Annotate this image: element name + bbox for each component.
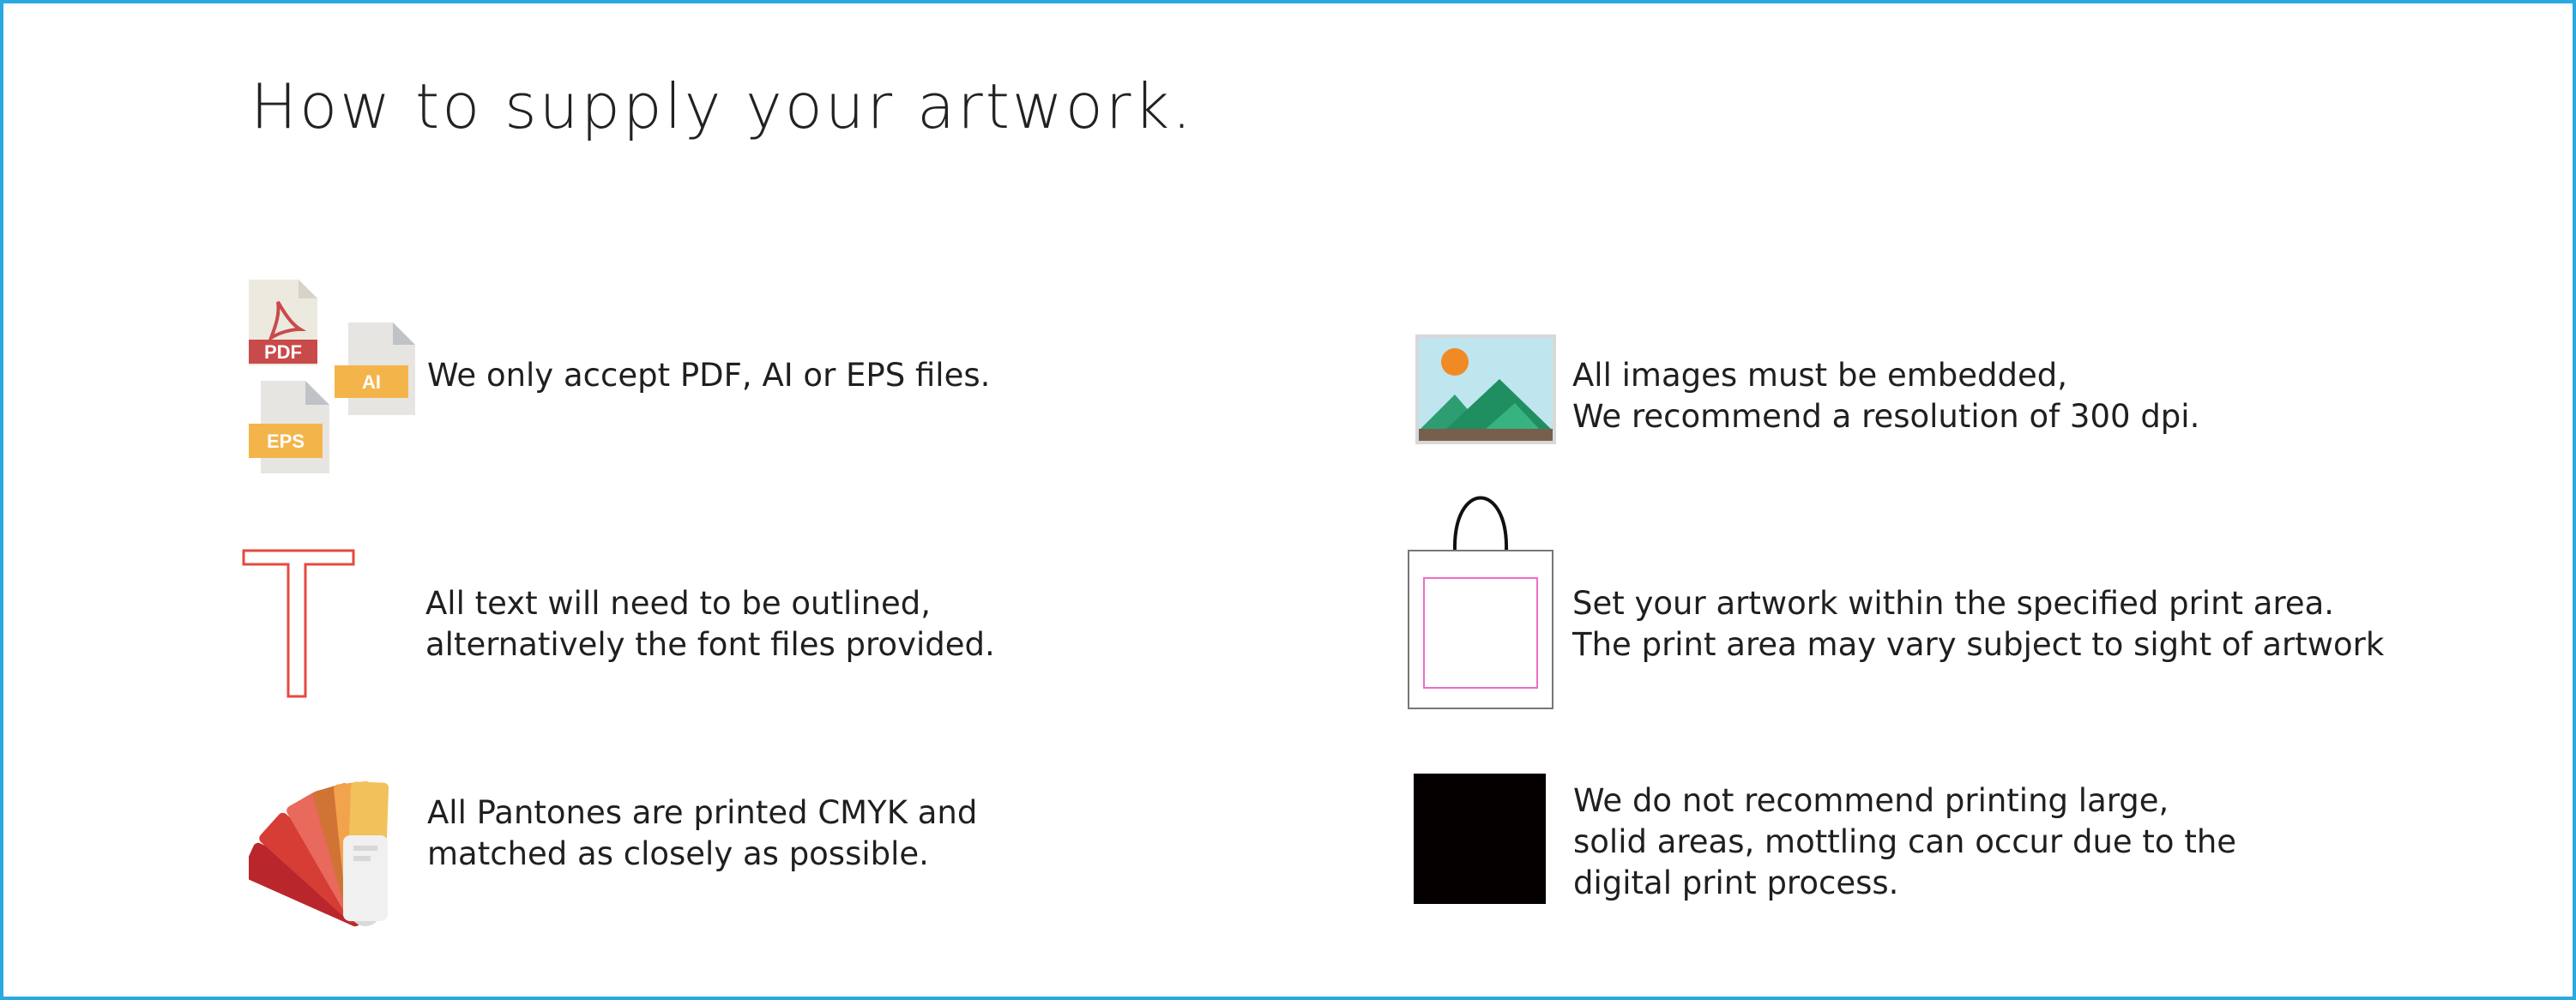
pantone-swatch-icon — [249, 781, 389, 927]
ai-file-icon: AI — [335, 322, 415, 415]
eps-label: EPS — [267, 431, 305, 452]
solid-area-text: We do not recommend printing large, soli… — [1573, 780, 2236, 904]
pantone-text: All Pantones are printed CMYK and matche… — [427, 792, 977, 875]
image-icon — [1415, 334, 1556, 444]
pdf-file-icon: PDF — [249, 280, 317, 365]
solid-area-line-1: We do not recommend printing large, — [1573, 782, 2169, 819]
text-outline-line-2: alternatively the font files provided. — [425, 626, 995, 663]
print-area-text: Set your artwork within the specified pr… — [1572, 583, 2384, 666]
file-format-text: We only accept PDF, AI or EPS files. — [427, 355, 990, 396]
text-outline-line-1: All text will need to be outlined, — [425, 585, 932, 622]
solid-area-line-3: digital print process. — [1573, 864, 1899, 901]
file-format-icon: PDF AI EPS — [249, 280, 415, 473]
ai-label: AI — [362, 371, 381, 393]
page-title: How to supply your artwork. — [250, 70, 1195, 142]
eps-file-icon: EPS — [249, 381, 329, 473]
image-line-2: We recommend a resolution of 300 dpi. — [1572, 398, 2200, 435]
pantone-line-1: All Pantones are printed CMYK and — [427, 794, 978, 831]
image-line-1: All images must be embedded, — [1572, 357, 2068, 394]
text-outline-icon — [242, 549, 355, 698]
file-format-line-1: We only accept PDF, AI or EPS files. — [427, 357, 991, 394]
bag-print-area-icon — [1408, 496, 1553, 709]
print-area-line-2: The print area may vary subject to sight… — [1572, 626, 2385, 663]
text-outline-text: All text will need to be outlined, alter… — [425, 583, 995, 666]
pdf-label: PDF — [264, 341, 302, 363]
image-text: All images must be embedded, We recommen… — [1572, 355, 2199, 437]
pantone-line-2: matched as closely as possible. — [427, 835, 929, 872]
solid-area-icon — [1414, 774, 1546, 904]
solid-area-line-2: solid areas, mottling can occur due to t… — [1573, 823, 2237, 860]
print-area-line-1: Set your artwork within the specified pr… — [1572, 585, 2335, 622]
